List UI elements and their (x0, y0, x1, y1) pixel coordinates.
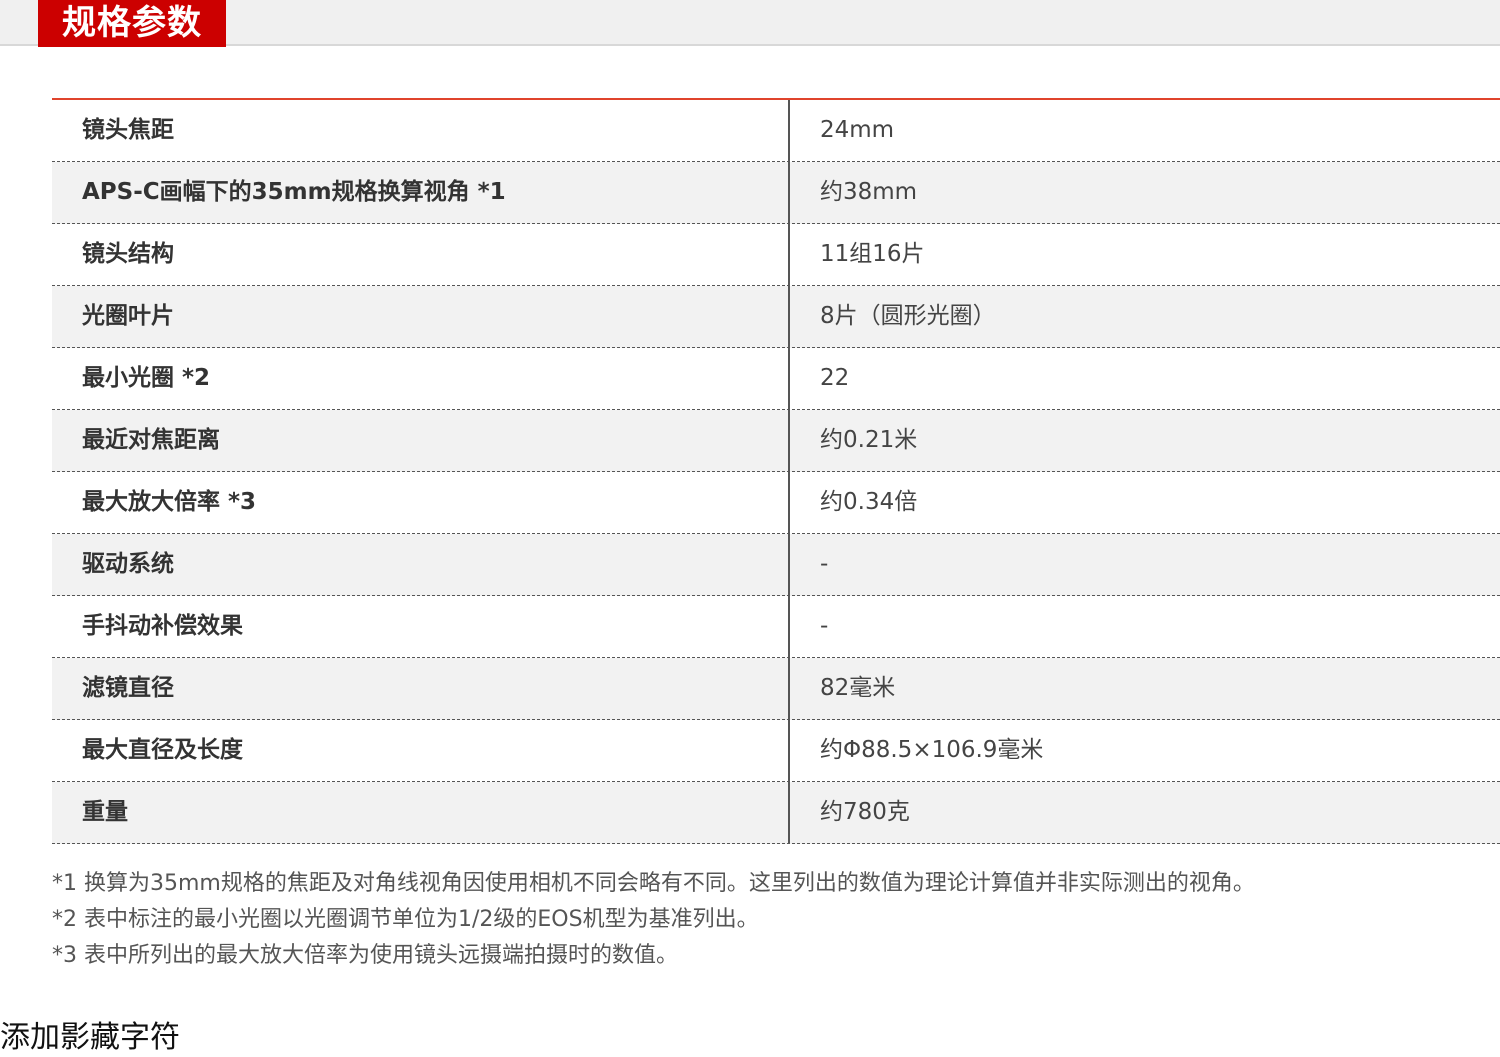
spec-value: 约38mm (820, 179, 918, 205)
hidden-characters-text: 添加影藏字符 (0, 1020, 180, 1055)
spec-value: 约0.21米 (820, 427, 918, 453)
spec-value: - (820, 551, 829, 577)
spec-row-max-magnification: 最大放大倍率 *3 约0.34倍 (52, 472, 1500, 534)
spec-value: 约0.34倍 (820, 489, 918, 515)
spec-label: 光圈叶片 (52, 286, 790, 347)
spec-row-image-stabilization: 手抖动补偿效果 - (52, 596, 1500, 658)
spec-label: 手抖动补偿效果 (52, 596, 790, 657)
section-title-tab[interactable]: 规格参数 (38, 0, 226, 47)
spec-row-filter-diameter: 滤镜直径 82毫米 (52, 658, 1500, 720)
spec-label: 最大直径及长度 (52, 720, 790, 781)
spec-label: 最大放大倍率 *3 (52, 472, 790, 533)
spec-row-drive-system: 驱动系统 - (52, 534, 1500, 596)
section-header-bar: 规格参数 (0, 0, 1500, 47)
spec-label: 重量 (52, 782, 790, 843)
spec-label: 最小光圈 *2 (52, 348, 790, 409)
spec-value: 约Φ88.5×106.9毫米 (820, 737, 1044, 763)
footnote-1: *1 换算为35mm规格的焦距及对角线视角因使用相机不同会略有不同。这里列出的数… (52, 871, 1255, 896)
spec-label: 镜头焦距 (52, 100, 790, 161)
spec-row-min-focus-distance: 最近对焦距离 约0.21米 (52, 410, 1500, 472)
spec-value: 82毫米 (820, 675, 896, 701)
spec-row-aperture-blades: 光圈叶片 8片（圆形光圈） (52, 286, 1500, 348)
spec-value: 24mm (820, 117, 895, 143)
footnote-3: *3 表中所列出的最大放大倍率为使用镜头远摄端拍摄时的数值。 (52, 943, 678, 968)
spec-row-lens-construction: 镜头结构 11组16片 (52, 224, 1500, 286)
spec-row-weight: 重量 约780克 (52, 782, 1500, 844)
spec-value: 11组16片 (820, 241, 925, 267)
spec-table: 镜头焦距 24mm APS-C画幅下的35mm规格换算视角 *1 约38mm 镜… (52, 98, 1500, 844)
spec-label: 镜头结构 (52, 224, 790, 285)
footnote-2: *2 表中标注的最小光圈以光圈调节单位为1/2级的EOS机型为基准列出。 (52, 907, 759, 932)
spec-value: 22 (820, 365, 850, 391)
spec-label: 最近对焦距离 (52, 410, 790, 471)
spec-label: 滤镜直径 (52, 658, 790, 719)
spec-label: APS-C画幅下的35mm规格换算视角 *1 (52, 162, 790, 223)
spec-row-apsc-angle: APS-C画幅下的35mm规格换算视角 *1 约38mm (52, 162, 1500, 224)
spec-value: - (820, 613, 829, 639)
spec-row-focal-length: 镜头焦距 24mm (52, 100, 1500, 162)
spec-row-dimensions: 最大直径及长度 约Φ88.5×106.9毫米 (52, 720, 1500, 782)
spec-label: 驱动系统 (52, 534, 790, 595)
spec-value: 约780克 (820, 799, 910, 825)
footnotes: *1 换算为35mm规格的焦距及对角线视角因使用相机不同会略有不同。这里列出的数… (52, 866, 1492, 974)
spec-value: 8片（圆形光圈） (820, 303, 996, 329)
spec-row-min-aperture: 最小光圈 *2 22 (52, 348, 1500, 410)
